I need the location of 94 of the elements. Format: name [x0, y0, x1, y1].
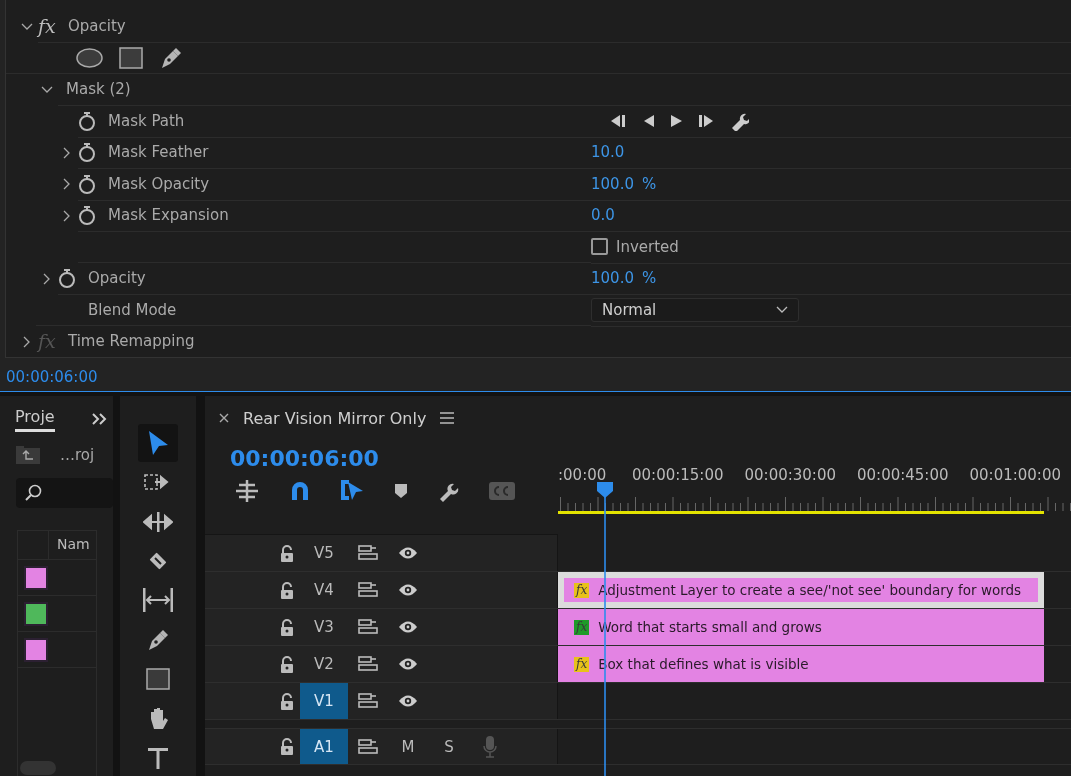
- fx-toggle[interactable]: fx: [38, 15, 56, 38]
- lock-icon: [280, 618, 294, 636]
- parameter-name: Blend Mode: [87, 300, 177, 319]
- track-target[interactable]: A1: [300, 729, 348, 764]
- track-target[interactable]: V2: [300, 646, 348, 682]
- pen-icon: [146, 627, 170, 652]
- rectangle-icon: [146, 668, 170, 691]
- parameter-name: Mask Path: [107, 111, 185, 130]
- eye-icon: [398, 694, 418, 708]
- column-header[interactable]: Nam: [48, 531, 90, 559]
- solo-button[interactable]: S: [428, 737, 470, 756]
- slip-icon: [142, 588, 174, 613]
- expand-chevron-icon: [23, 335, 31, 348]
- parameter-name: Mask Opacity: [107, 174, 210, 193]
- rectangle-mask-icon: [119, 46, 143, 69]
- stopwatch-icon: [78, 173, 96, 194]
- tool-button[interactable]: [138, 424, 178, 463]
- stopwatch-icon: [78, 205, 96, 226]
- value-field[interactable]: 100.0: [591, 269, 634, 288]
- playhead-timecode[interactable]: 00:00:06:00: [230, 446, 379, 471]
- lock-icon: [280, 738, 294, 755]
- next-keyframe-icon: [697, 112, 715, 129]
- expand-chevron-icon: [63, 178, 71, 191]
- eye-icon: [398, 620, 418, 634]
- parameter-name: Opacity: [87, 269, 146, 288]
- checkbox[interactable]: [591, 238, 608, 256]
- expand-chevron-icon: [43, 272, 51, 285]
- expand-chevron-icon: [63, 146, 71, 159]
- track-target[interactable]: V5: [300, 535, 348, 571]
- sync-lock-icon: [358, 738, 378, 755]
- ellipse-mask-icon: [76, 47, 103, 68]
- track-target[interactable]: V4: [300, 572, 348, 608]
- panel-tab[interactable]: Proje: [15, 406, 55, 432]
- stopwatch-icon: [78, 110, 96, 131]
- marker-icon: [393, 483, 408, 499]
- eye-icon: [398, 583, 418, 597]
- lock-icon: [280, 581, 294, 599]
- collapse-chevron-icon: [21, 22, 33, 31]
- lock-icon: [280, 692, 294, 710]
- sync-lock-icon: [358, 582, 378, 598]
- sync-lock-icon: [358, 619, 378, 635]
- unit-label: %: [641, 269, 657, 288]
- lock-icon: [280, 544, 294, 562]
- ruler-label: 00:00:15:00: [632, 466, 725, 484]
- mask-name[interactable]: Mask (2): [64, 80, 131, 99]
- track-target[interactable]: V1: [300, 683, 348, 719]
- ruler-label: 00:00:30:00: [744, 466, 837, 484]
- sequence-tab[interactable]: Rear Vision Mirror Only: [243, 408, 427, 428]
- value-field[interactable]: 10.0: [591, 143, 625, 162]
- captions-icon: [488, 482, 515, 500]
- eye-icon: [398, 657, 418, 671]
- text-tool-icon: [147, 746, 169, 769]
- ruler-label: 00:01:00:00: [969, 466, 1062, 484]
- time-ruler[interactable]: :00:00 00:00:15:00 00:00:30:00 00:00:45:00 00:01:00:00: [558, 440, 1071, 535]
- parameter-name: Mask Expansion: [107, 206, 229, 225]
- microphone-icon: [483, 735, 497, 758]
- unit-label: %: [641, 174, 657, 193]
- mute-button[interactable]: M: [388, 737, 428, 756]
- value-field[interactable]: 100.0: [591, 174, 634, 193]
- expand-chevron-icon: [63, 209, 71, 222]
- parameter-name: Mask Feather: [107, 143, 209, 162]
- close-icon: [219, 413, 229, 423]
- fx-badge: fx: [574, 582, 590, 598]
- ruler-label: 00:00:45:00: [857, 466, 950, 484]
- timecode[interactable]: 00:00:06:00: [0, 358, 104, 396]
- stopwatch-icon: [78, 142, 96, 163]
- linked-selection-icon: [340, 479, 365, 503]
- fx-badge: fx: [574, 619, 590, 635]
- collapse-chevron-icon: [41, 85, 53, 94]
- chevron-down-icon: [776, 305, 788, 314]
- lock-icon: [280, 655, 294, 673]
- ruler-label: :00:00: [558, 466, 608, 484]
- checkbox-label: Inverted: [615, 237, 679, 256]
- fx-badge: fx: [574, 656, 590, 672]
- sync-lock-icon: [358, 656, 378, 672]
- sync-lock-icon: [358, 545, 378, 561]
- previous-keyframe-icon: [609, 112, 627, 129]
- effect-name: Opacity: [67, 17, 126, 36]
- blend-mode-dropdown[interactable]: Normal: [591, 297, 799, 322]
- pen-mask-icon: [159, 45, 183, 70]
- eye-icon: [398, 546, 418, 560]
- effect-name: Time Remapping: [67, 332, 195, 351]
- play-icon: [669, 112, 683, 129]
- stopwatch-icon: [58, 268, 76, 289]
- double-chevron-icon: [91, 413, 107, 425]
- value-field[interactable]: 0.0: [591, 206, 615, 225]
- menu-icon: [440, 412, 455, 424]
- sync-lock-icon: [358, 693, 378, 709]
- track-target[interactable]: V3: [300, 609, 348, 645]
- folder-name: …roj: [60, 446, 95, 464]
- insert-sequence-icon: [235, 480, 259, 502]
- search-icon: [24, 484, 42, 502]
- parent-folder-icon: [16, 446, 40, 464]
- ripple-edit-icon: [143, 511, 173, 532]
